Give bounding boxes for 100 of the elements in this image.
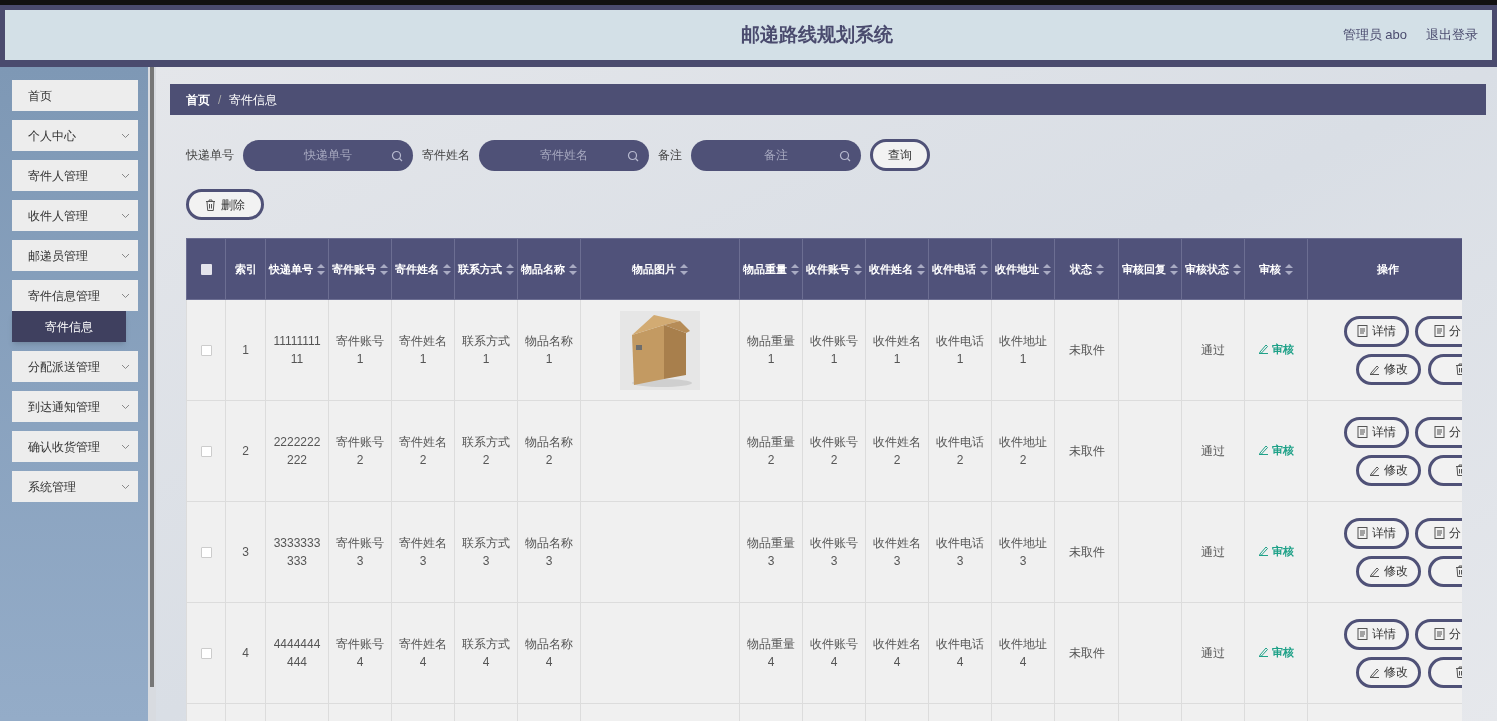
logout-link[interactable]: 退出登录: [1426, 25, 1478, 45]
sort-icon: [380, 263, 388, 275]
table-cell: 物品重量3: [747, 536, 795, 568]
sidebar-item[interactable]: 确认收货管理: [12, 431, 138, 462]
search-icon: [627, 149, 639, 162]
action-button[interactable]: 详情: [1344, 315, 1409, 347]
sidebar-item[interactable]: 寄件人管理: [12, 160, 138, 191]
sort-icon: [317, 263, 325, 275]
table-cell: 通过: [1201, 545, 1225, 559]
search-field[interactable]: 快递单号: [243, 139, 413, 171]
scrollbar[interactable]: [150, 67, 154, 687]
table-cell: 收件电话1: [936, 334, 984, 366]
row-checkbox[interactable]: [200, 344, 212, 356]
action-button[interactable]: 修改: [1356, 555, 1421, 587]
search-button[interactable]: 查询: [870, 139, 930, 171]
sort-button[interactable]: [443, 263, 451, 275]
search-field[interactable]: 寄件姓名: [479, 139, 649, 171]
sidebar-item[interactable]: 寄件信息管理: [12, 280, 138, 311]
sort-button[interactable]: [1170, 263, 1178, 275]
sort-button[interactable]: [380, 263, 388, 275]
table-cell: 物品名称3: [525, 536, 573, 568]
action-button[interactable]: 分: [1415, 315, 1462, 347]
search-icon: [391, 149, 403, 162]
admin-user: 管理员 abo: [1342, 26, 1407, 45]
sort-button[interactable]: [791, 263, 799, 275]
table-cell: 3: [242, 545, 249, 559]
select-all-checkbox[interactable]: [200, 263, 212, 275]
chevron-down-icon: [121, 292, 130, 299]
sort-button[interactable]: [917, 263, 925, 275]
action-button[interactable]: 修改: [1356, 454, 1421, 486]
action-button[interactable]: 修改: [1356, 656, 1421, 688]
table-cell: 寄件账号2: [336, 435, 384, 467]
pencil-icon: [1258, 545, 1269, 557]
table-cell: 未取件: [1068, 545, 1105, 559]
sidebar-item[interactable]: 个人中心: [12, 120, 138, 151]
action-button[interactable]: 分: [1415, 618, 1462, 650]
table-cell: 收件账号1: [810, 334, 858, 366]
sidebar-item[interactable]: 首页: [12, 80, 138, 111]
column-header: 寄件姓名: [395, 261, 439, 277]
table-cell: 联系方式1: [462, 334, 510, 366]
table-cell: 未取件: [1068, 343, 1105, 357]
action-button[interactable]: 详情: [1344, 618, 1409, 650]
sort-icon: [980, 263, 988, 275]
chevron-down-icon: [121, 363, 130, 370]
chevron-down-icon: [121, 403, 130, 410]
table-cell: 收件姓名4: [873, 637, 921, 669]
search-label: 寄件姓名: [422, 147, 470, 164]
document-icon: [1434, 527, 1445, 539]
sort-button[interactable]: [1095, 263, 1104, 275]
table-cell: 寄件姓名3: [399, 536, 447, 568]
row-checkbox[interactable]: [200, 445, 212, 457]
sort-icon: [680, 263, 688, 275]
sidebar-item[interactable]: 邮递员管理: [12, 240, 138, 271]
action-button[interactable]: 修改: [1356, 353, 1421, 385]
sort-button[interactable]: [317, 263, 325, 275]
action-button[interactable]: 详情: [1344, 416, 1409, 448]
action-button[interactable]: 分: [1415, 517, 1462, 549]
sort-button[interactable]: [854, 263, 862, 275]
sort-button[interactable]: [506, 263, 514, 275]
table-cell: 收件地址3: [999, 536, 1047, 568]
sort-button[interactable]: [1285, 263, 1293, 275]
action-button[interactable]: 详情: [1344, 517, 1409, 549]
column-header: 审核: [1259, 261, 1281, 277]
sidebar-item[interactable]: 分配派送管理: [12, 351, 138, 382]
action-button[interactable]: 分: [1415, 416, 1462, 448]
table-cell: 2222222222: [273, 435, 321, 467]
table-cell: 未取件: [1068, 646, 1105, 660]
table-cell: 3333333333: [273, 536, 321, 568]
delete-button[interactable]: 删除: [186, 189, 264, 220]
sort-icon: [1043, 263, 1051, 275]
column-header: 寄件账号: [332, 261, 376, 277]
table-cell: 通过: [1201, 343, 1225, 357]
row-checkbox[interactable]: [200, 546, 212, 558]
table-cell: 收件账号2: [810, 435, 858, 467]
pencil-icon: [1369, 464, 1380, 476]
sort-button[interactable]: [680, 263, 688, 275]
sort-icon: [917, 263, 925, 275]
table-cell: 通过: [1201, 646, 1225, 660]
app-title: 邮递路线规划系统: [739, 22, 893, 47]
sort-button[interactable]: [980, 263, 988, 275]
chevron-down-icon: [121, 132, 130, 139]
search-field[interactable]: 备注: [691, 139, 861, 171]
table-cell: 物品名称1: [525, 334, 573, 366]
pencil-icon: [1369, 363, 1380, 375]
column-header: 收件账号: [806, 261, 850, 277]
sort-button[interactable]: [1043, 263, 1051, 275]
sidebar-item[interactable]: 收件人管理: [12, 200, 138, 231]
sidebar-item[interactable]: 到达通知管理: [12, 391, 138, 422]
sidebar-item[interactable]: 系统管理: [12, 471, 138, 502]
sort-button[interactable]: [569, 263, 577, 275]
sidebar-subitem[interactable]: 寄件信息: [12, 311, 126, 342]
column-header: 审核回复: [1122, 261, 1166, 277]
table-cell: 物品名称2: [525, 435, 573, 467]
sort-button[interactable]: [1233, 263, 1241, 275]
table-cell: 4444444444: [273, 637, 321, 669]
pencil-icon: [1258, 646, 1269, 658]
row-checkbox[interactable]: [200, 647, 212, 659]
breadcrumb-item[interactable]: 首页: [186, 90, 210, 109]
table-cell: 4: [242, 646, 249, 660]
table-cell: 通过: [1201, 444, 1225, 458]
